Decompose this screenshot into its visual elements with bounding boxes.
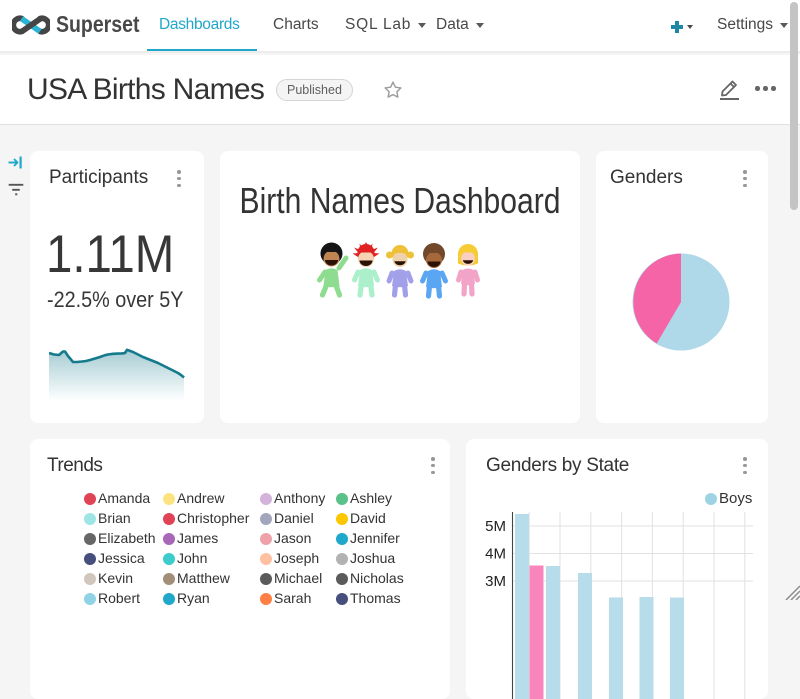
svg-text:3M: 3M: [485, 573, 506, 590]
svg-text:4M: 4M: [485, 546, 506, 563]
svg-text:5M: 5M: [485, 518, 506, 535]
